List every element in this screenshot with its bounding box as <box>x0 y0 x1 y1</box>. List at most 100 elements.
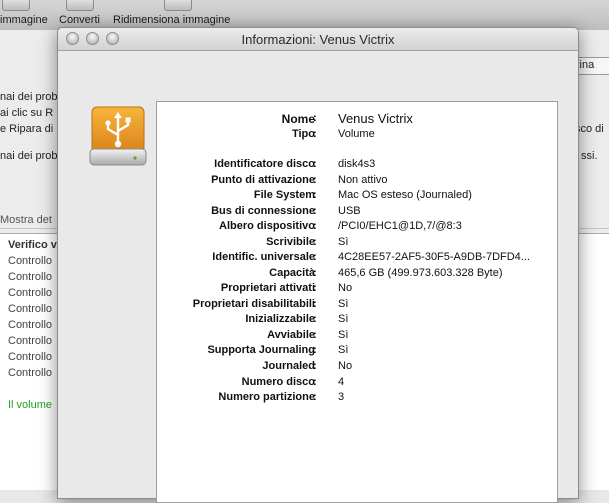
field-colon: : <box>313 220 317 232</box>
field-label: Avviabile <box>267 329 315 341</box>
field-colon: : <box>313 158 317 170</box>
field-colon: : <box>313 174 317 186</box>
field-value: Non attivo <box>338 174 388 186</box>
log-line: Controllo <box>8 335 53 347</box>
bg-help-line: ai clic su R <box>0 107 54 119</box>
field-colon: : <box>313 282 317 294</box>
new-image-icon[interactable] <box>2 0 30 11</box>
field-value: Sì <box>338 344 349 356</box>
field-value: Sì <box>338 329 349 341</box>
field-bootable: Avviabile: Sì <box>157 329 557 345</box>
field-value: 3 <box>338 391 345 403</box>
field-colon: : <box>313 298 317 310</box>
field-label: Capacità <box>269 267 315 279</box>
field-label: Numero disco <box>241 376 315 388</box>
field-owners-disablable: Proprietari disabilitabili: Sì <box>157 298 557 314</box>
field-label: Numero partizione <box>218 391 315 403</box>
field-disk-identifier: Identificatore disco: disk4s3 <box>157 158 557 174</box>
log-line: Verifico v <box>8 239 57 251</box>
field-value: disk4s3 <box>338 158 376 170</box>
toolbar-resize-label[interactable]: Ridimensiona immagine <box>113 14 230 26</box>
field-label: Punto di attivazione <box>211 174 315 186</box>
external-drive-usb-icon <box>86 105 150 167</box>
field-colon: : <box>313 344 317 356</box>
log-line: Controllo <box>8 271 53 283</box>
field-label: Journaled <box>262 360 315 372</box>
field-colon: : <box>313 128 317 140</box>
field-colon: : <box>313 112 317 124</box>
field-colon: : <box>313 376 317 388</box>
field-value: USB <box>338 205 361 217</box>
info-panel: Nome: Venus Victrix Tipo: Volume Identif… <box>156 101 558 503</box>
field-uuid: Identific. universale: 4C28EE57-2AF5-30F… <box>157 251 557 267</box>
field-label: Albero dispositivo <box>219 220 315 232</box>
field-colon: : <box>313 391 317 403</box>
log-line-success: Il volume <box>8 399 53 411</box>
bg-help-line: nai dei prob <box>0 150 58 162</box>
field-erasable: Inizializzabile: Sì <box>157 313 557 329</box>
toolbar-new-image-label[interactable]: immagine <box>0 14 48 26</box>
field-label: Supporta Journaling <box>207 344 315 356</box>
field-capacity: Capacità: 465,6 GB (499.973.603.328 Byte… <box>157 267 557 283</box>
bg-help-fragment: ssi. <box>581 150 598 162</box>
field-value: No <box>338 360 353 372</box>
field-label: Identific. universale <box>212 251 315 263</box>
log-line: Controllo <box>8 255 53 267</box>
field-owners-enabled: Proprietari attivati: No <box>157 282 557 298</box>
field-value: Volume <box>338 128 375 140</box>
log-line: Controllo <box>8 303 53 315</box>
info-window: Informazioni: Venus Victrix Nome: Venus… <box>57 27 579 503</box>
title-bar[interactable]: Informazioni: Venus Victrix <box>58 28 578 51</box>
field-label: Tipo <box>291 128 315 140</box>
field-label: Inizializzabile <box>245 313 315 325</box>
log-line: Controllo <box>8 367 53 379</box>
field-writable: Scrivibile: Sì <box>157 236 557 252</box>
field-disk-number: Numero disco: 4 <box>157 376 557 392</box>
field-supports-journaling: Supporta Journaling: Sì <box>157 344 557 360</box>
show-details-checkbox-label[interactable]: Mostra det <box>0 214 52 226</box>
field-type: Tipo: Volume <box>157 128 557 144</box>
field-value: 4C28EE57-2AF5-30F5-A9DB-7DFD4... <box>338 251 530 263</box>
field-colon: : <box>313 236 317 248</box>
field-label: Proprietari attivati <box>220 282 315 294</box>
field-value: Venus Victrix <box>338 111 413 126</box>
bg-help-line: e Ripara di <box>0 123 54 135</box>
field-value: 465,6 GB (499.973.603.328 Byte) <box>338 267 503 279</box>
toolbar-convert-label[interactable]: Converti <box>59 14 100 26</box>
field-value: No <box>338 282 353 294</box>
field-mount-point: Punto di attivazione: Non attivo <box>157 174 557 190</box>
field-value: /PCI0/EHC1@1D,7/@8:3 <box>338 220 462 232</box>
field-label: Identificatore disco <box>214 158 315 170</box>
field-name: Nome: Venus Victrix <box>157 111 557 128</box>
field-partition-number: Numero partizione: 3 <box>157 391 557 407</box>
bg-help-fragment: sco di <box>575 123 604 135</box>
field-device-tree: Albero dispositivo: /PCI0/EHC1@1D,7/@8:3 <box>157 220 557 236</box>
field-journaled: Journaled: No <box>157 360 557 376</box>
field-colon: : <box>313 360 317 372</box>
field-colon: : <box>313 329 317 341</box>
log-line: Controllo <box>8 319 53 331</box>
log-line: Controllo <box>8 351 53 363</box>
field-value: Sì <box>338 313 349 325</box>
bg-help-line: nai dei prob <box>0 91 58 103</box>
field-value: Sì <box>338 298 349 310</box>
field-colon: : <box>313 189 317 201</box>
field-file-system: File System: Mac OS esteso (Journaled) <box>157 189 557 205</box>
field-colon: : <box>313 205 317 217</box>
field-colon: : <box>313 251 317 263</box>
resize-image-icon[interactable] <box>164 0 192 11</box>
convert-icon[interactable] <box>66 0 94 11</box>
field-label: Proprietari disabilitabili <box>192 298 315 310</box>
field-value: Sì <box>338 236 349 248</box>
field-label: Scrivibile <box>266 236 315 248</box>
field-value: 4 <box>338 376 345 388</box>
window-title: Informazioni: Venus Victrix <box>241 32 395 47</box>
log-line: Controllo <box>8 287 53 299</box>
field-label: Bus di connessione <box>211 205 315 217</box>
field-label: File System <box>253 189 315 201</box>
field-value: Mac OS esteso (Journaled) <box>338 189 472 201</box>
field-connection-bus: Bus di connessione: USB <box>157 205 557 221</box>
field-colon: : <box>313 267 317 279</box>
field-label: Nome <box>281 112 315 126</box>
field-colon: : <box>313 313 317 325</box>
